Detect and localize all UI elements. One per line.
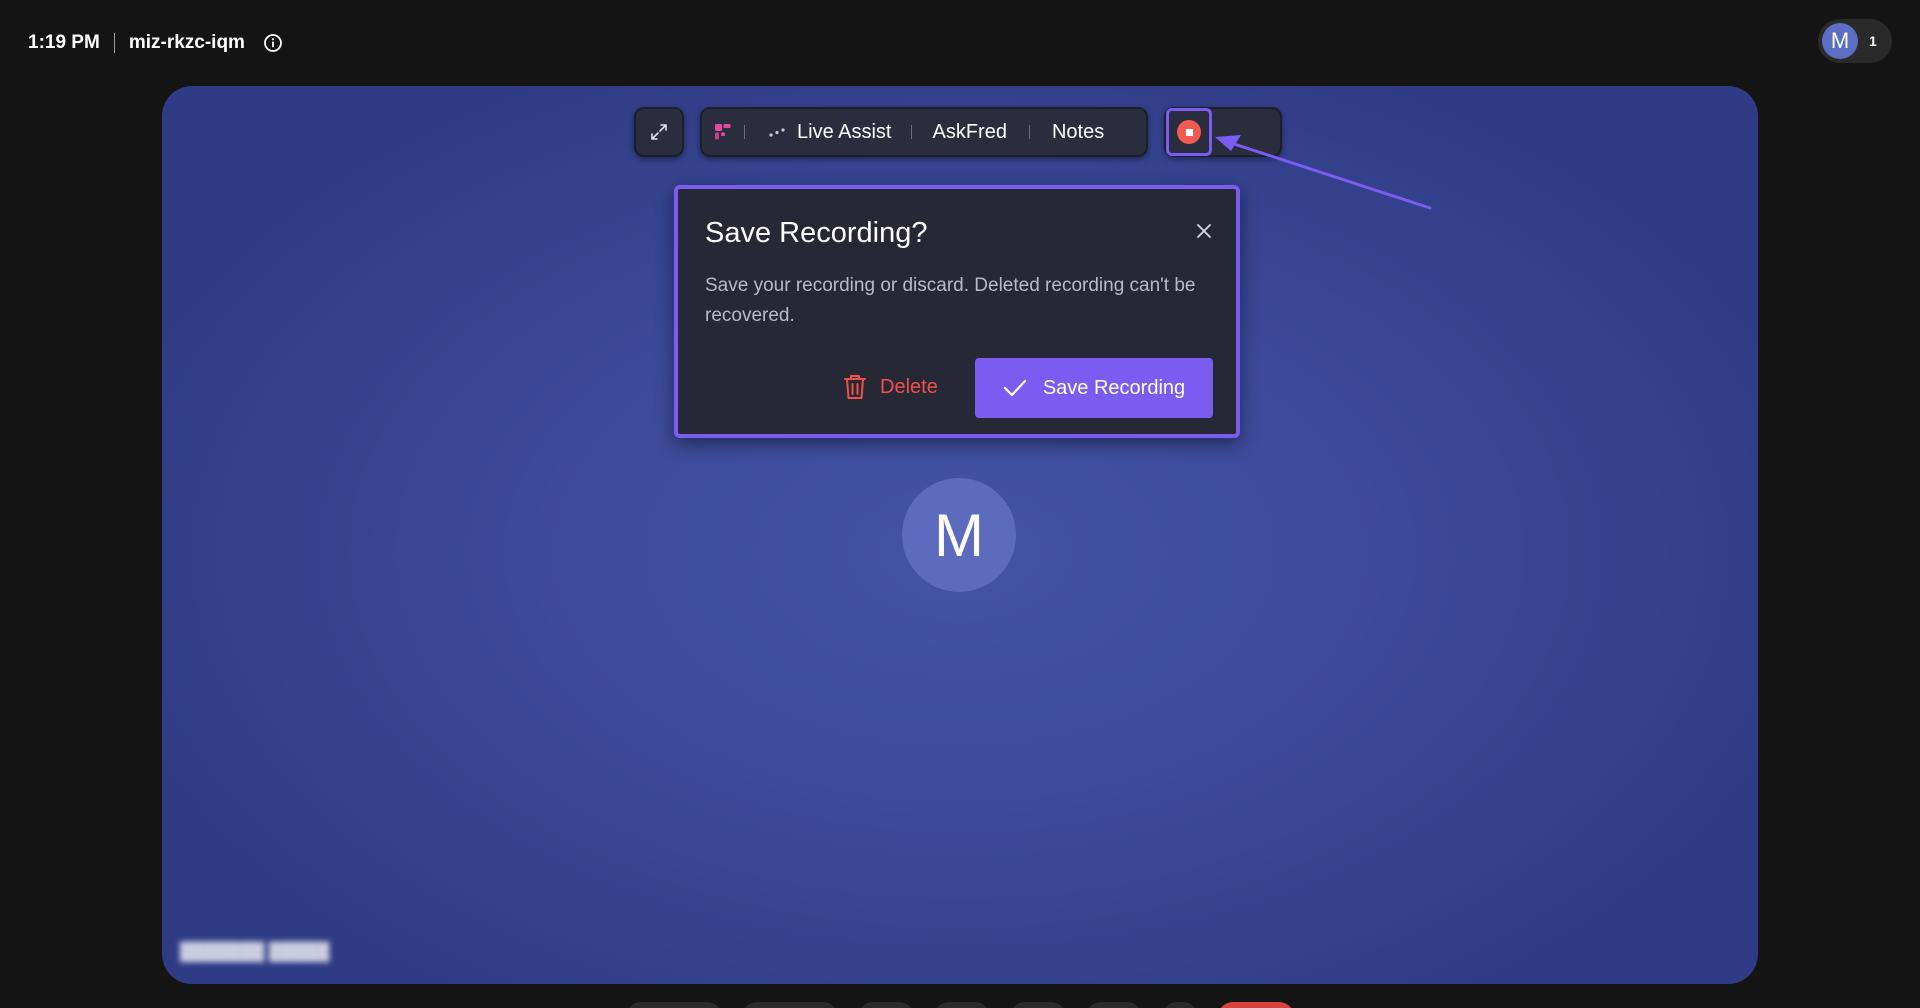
bottom-control[interactable] — [742, 1002, 838, 1008]
trash-icon — [844, 375, 866, 399]
bottom-control[interactable] — [626, 1002, 722, 1008]
meeting-code: miz-rkzc-iqm — [128, 32, 245, 53]
annotation-arrow — [1215, 135, 1432, 210]
save-recording-button[interactable]: Save Recording — [975, 358, 1213, 418]
leave-call-button[interactable] — [1218, 1002, 1294, 1008]
header-divider — [113, 33, 115, 53]
askfred-button[interactable]: AskFred — [932, 121, 1006, 144]
info-icon[interactable] — [263, 33, 283, 53]
clock-time: 1:19 PM — [28, 32, 100, 53]
avatar: M — [1822, 23, 1858, 59]
meeting-tools-bar: Live Assist AskFred Notes — [700, 107, 1148, 157]
expand-button[interactable] — [634, 107, 684, 157]
fireflies-logo-icon[interactable] — [714, 123, 732, 141]
toolbar-divider — [1028, 125, 1030, 139]
checkmark-icon — [1003, 379, 1026, 397]
toolbar-divider — [911, 125, 913, 139]
bottom-control[interactable] — [858, 1002, 914, 1008]
participant-name-blurred: ███████ █████ — [180, 942, 330, 961]
expand-icon — [651, 124, 667, 140]
participants-button[interactable]: M 1 — [1818, 19, 1892, 63]
dialog-title: Save Recording? — [705, 217, 928, 249]
bottom-control[interactable] — [1010, 1002, 1066, 1008]
save-recording-label: Save Recording — [1042, 376, 1186, 399]
toolbar-divider — [744, 125, 745, 139]
bottom-control[interactable] — [934, 1002, 990, 1008]
save-recording-dialog: Save Recording? Save your recording or d… — [674, 185, 1240, 438]
notes-button[interactable]: Notes — [1052, 121, 1104, 144]
participants-count: 1 — [1869, 33, 1877, 49]
delete-button[interactable]: Delete — [842, 357, 958, 417]
bottom-control[interactable] — [1162, 1002, 1198, 1008]
record-stop-icon — [1177, 120, 1201, 144]
delete-label: Delete — [880, 375, 938, 398]
stop-recording-button[interactable] — [1166, 108, 1212, 156]
bottom-control[interactable] — [1086, 1002, 1142, 1008]
participant-avatar: M — [902, 478, 1016, 592]
live-assist-button[interactable]: Live Assist — [797, 121, 891, 144]
close-icon[interactable] — [1192, 219, 1216, 243]
live-assist-dots-icon — [769, 128, 785, 137]
meeting-header: 1:19 PM miz-rkzc-iqm — [28, 30, 283, 56]
dialog-message: Save your recording or discard. Deleted … — [705, 275, 1196, 326]
